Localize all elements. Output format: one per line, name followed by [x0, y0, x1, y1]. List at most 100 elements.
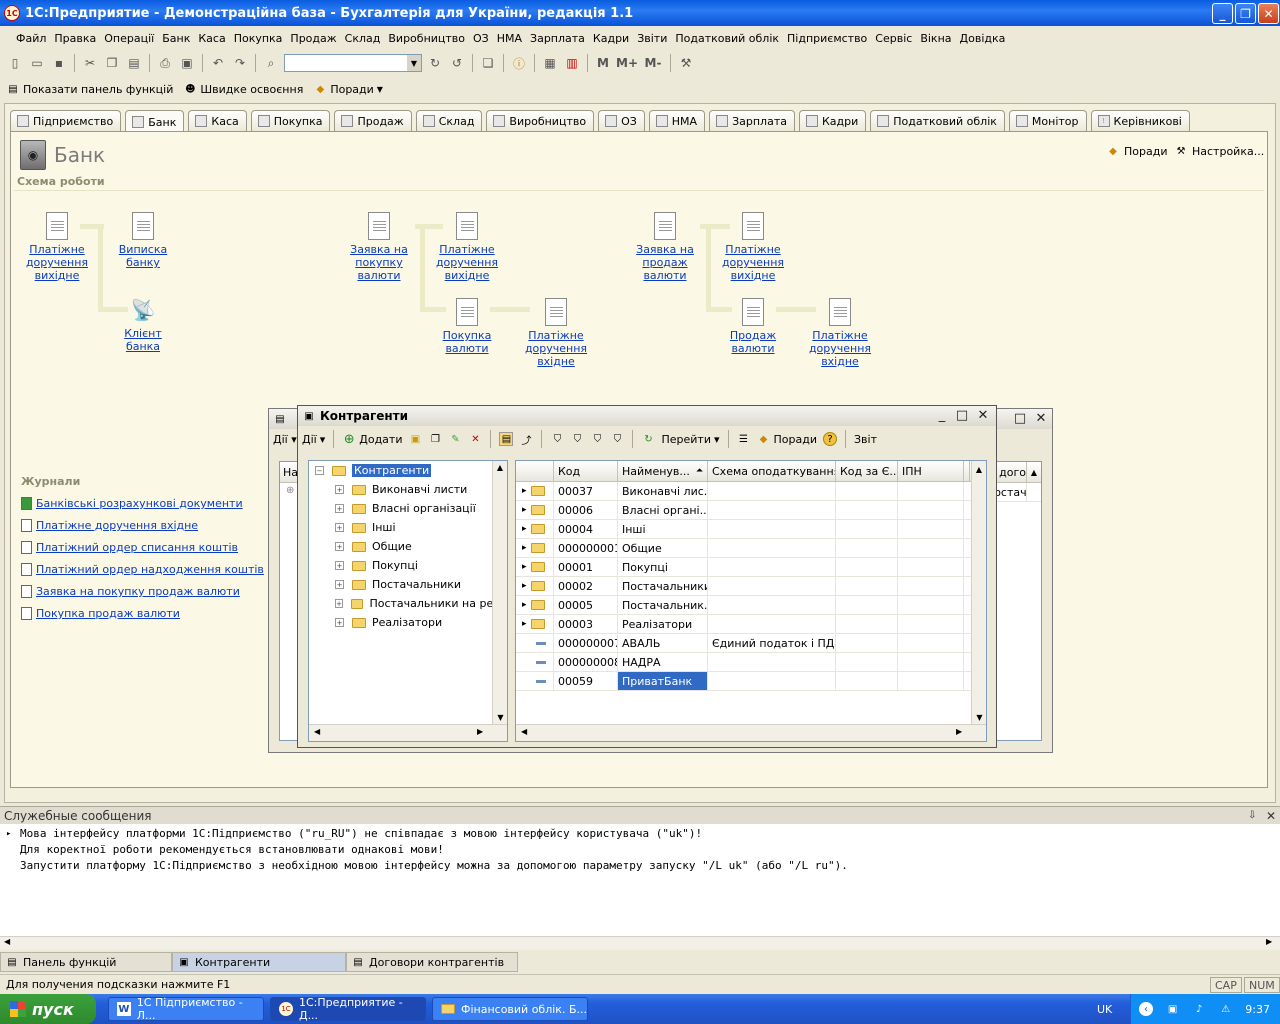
scroll-right-icon[interactable]: ▶	[1266, 937, 1272, 946]
tab-bank[interactable]: Банк	[125, 110, 185, 133]
menu-purchase[interactable]: Покупка	[234, 32, 283, 45]
level-up-icon[interactable]: ⤴	[519, 432, 533, 447]
journal-item[interactable]: Заявка на покупку продаж валюти	[21, 585, 264, 598]
table-row[interactable]: ▸ 00005 Постачальник...	[516, 596, 986, 615]
tab-warehouse[interactable]: Склад	[415, 110, 483, 131]
menu-production[interactable]: Виробництво	[388, 32, 465, 45]
menu-operations[interactable]: Операції	[104, 32, 154, 45]
scheme-link[interactable]: Виписка банку	[108, 243, 178, 269]
copy-icon[interactable]: ❐	[428, 432, 442, 446]
scheme-link[interactable]: Покупка валюти	[432, 329, 502, 355]
scheme-in-payment-2[interactable]: Платіжне доручення вхідне	[805, 298, 875, 368]
table-row[interactable]: ▸ 00003 Реалізатори	[516, 615, 986, 634]
expand-icon[interactable]: +	[335, 618, 344, 627]
minimize-button[interactable]: _	[1212, 3, 1233, 24]
scroll-up-icon[interactable]: ▲	[972, 461, 986, 474]
scheme-statement[interactable]: Виписка банку	[108, 212, 178, 269]
scheme-link[interactable]: Платіжне доручення вихідне	[432, 243, 502, 282]
panel-tips-button[interactable]: ◆ Поради	[1106, 144, 1167, 158]
scroll-left-icon[interactable]: ◀	[521, 727, 527, 736]
journal-item[interactable]: Покупка продаж валюти	[21, 607, 264, 620]
tree-item[interactable]: + Общие	[309, 537, 507, 556]
table-row[interactable]: ▸ 00002 Постачальники	[516, 577, 986, 596]
tree-item[interactable]: + Виконавчі листи	[309, 480, 507, 499]
scheme-link[interactable]: Платіжне доручення вихідне	[22, 243, 92, 282]
paste-icon[interactable]: ▤	[125, 54, 143, 72]
collapse-icon[interactable]: −	[315, 466, 324, 475]
tab-enterprise[interactable]: Підприємство	[10, 110, 122, 131]
tree-item[interactable]: + Покупці	[309, 556, 507, 575]
add-group-icon[interactable]: ▣	[408, 432, 422, 446]
contractors-tips-button[interactable]: ◆ Поради	[757, 432, 817, 446]
tab-intangibles[interactable]: НМА	[648, 110, 706, 131]
table-row[interactable]: ▸ 00006 Власні органі...	[516, 501, 986, 520]
scheme-link[interactable]: Заявка на продаж валюти	[630, 243, 700, 282]
menu-salary[interactable]: Зарплата	[530, 32, 585, 45]
filter-value-icon[interactable]: ⛉	[570, 432, 584, 446]
scheme-in-payment[interactable]: Платіжне доручення вхідне	[521, 298, 591, 368]
journal-item[interactable]: Платіжний ордер списання коштів	[21, 541, 264, 554]
journal-item[interactable]: Банківські розрахункові документи	[21, 497, 264, 510]
network-icon[interactable]: ▣	[1166, 1002, 1180, 1016]
expand-icon[interactable]: ▸	[522, 600, 527, 610]
scheme-req-sell[interactable]: Заявка на продаж валюти	[630, 212, 700, 282]
table-row[interactable]: ▸ 00001 Покупці	[516, 558, 986, 577]
tab-purchase[interactable]: Покупка	[250, 110, 331, 131]
scheme-link[interactable]: Заявка на покупку валюти	[344, 243, 414, 282]
scheme-buy-currency[interactable]: Покупка валюти	[432, 298, 502, 355]
scheme-out-payment-3[interactable]: Платіжне доручення вихідне	[718, 212, 788, 282]
menu-sales[interactable]: Продаж	[290, 32, 336, 45]
tab-monitor[interactable]: Монітор	[1008, 110, 1087, 131]
scheme-link[interactable]: Продаж валюти	[718, 329, 788, 355]
scroll-up-icon[interactable]: ▲	[493, 461, 507, 472]
tab-production[interactable]: Виробництво	[486, 110, 595, 131]
edit-icon[interactable]: ✎	[448, 432, 462, 446]
memory-minus-icon[interactable]: M-	[642, 54, 664, 72]
menu-hr[interactable]: Кадри	[593, 32, 629, 45]
expand-icon[interactable]: ▸	[522, 543, 527, 553]
contractors-close-button[interactable]: ✕	[975, 408, 991, 423]
expand-icon[interactable]: +	[335, 542, 344, 551]
tray-expand-icon[interactable]: ‹	[1139, 1002, 1153, 1016]
contractors-window[interactable]: ▣ Контрагенти _ □ ✕ Дії ▾ ⊕ Додати ▣ ❐ ✎ ✕ …	[297, 405, 997, 748]
add-button[interactable]: ⊕ Додати	[342, 432, 403, 447]
menu-service[interactable]: Сервіс	[875, 32, 912, 45]
journal-link[interactable]: Заявка на покупку продаж валюти	[36, 585, 240, 598]
redo-icon[interactable]: ↷	[231, 54, 249, 72]
tree-vertical-scrollbar[interactable]: ▲ ▼	[492, 461, 507, 724]
expand-icon[interactable]: +	[335, 504, 344, 513]
menu-reports[interactable]: Звіти	[637, 32, 667, 45]
windows-icon[interactable]: ❏	[479, 54, 497, 72]
info-icon[interactable]: ⓘ	[510, 54, 528, 72]
table-row[interactable]: ▸ 000000001 Общие	[516, 539, 986, 558]
search-icon[interactable]: ⌕	[262, 54, 280, 72]
menu-fixed-assets[interactable]: ОЗ	[473, 32, 489, 45]
messages-close-icon[interactable]: ✕	[1266, 809, 1276, 823]
clear-filter-icon[interactable]: ⛉	[610, 432, 624, 446]
scheme-link[interactable]: Платіжне доручення вихідне	[718, 243, 788, 282]
scheme-req-buy[interactable]: Заявка на покупку валюти	[344, 212, 414, 282]
column-header-ipn[interactable]: ІПН	[898, 461, 964, 481]
scroll-right-icon[interactable]: ▶	[956, 727, 962, 736]
column-header-more[interactable]	[964, 461, 970, 481]
tab-tax[interactable]: Податковий облік	[870, 110, 1005, 131]
expand-icon[interactable]: ▸	[522, 486, 527, 496]
pin-icon[interactable]: ⇩	[1248, 810, 1256, 821]
menu-enterprise[interactable]: Підприємство	[787, 32, 867, 45]
expand-icon[interactable]: ▸	[522, 524, 527, 534]
column-header-tax-scheme[interactable]: Схема оподаткування	[708, 461, 836, 481]
scheme-link[interactable]: Клієнт банка	[108, 327, 178, 353]
contractors-minimize-button[interactable]: _	[934, 408, 950, 423]
tab-fixed-assets[interactable]: ОЗ	[598, 110, 645, 131]
filter-icon[interactable]: ⛉	[550, 432, 564, 446]
expand-icon[interactable]: +	[335, 485, 344, 494]
new-document-icon[interactable]: ▯	[6, 54, 24, 72]
window-tab-contractors[interactable]: ▣ Контрагенти	[172, 952, 346, 972]
copy-icon[interactable]: ❐	[103, 54, 121, 72]
expand-icon[interactable]: ▸	[522, 619, 527, 629]
back-window-close-button[interactable]: ✕	[1033, 411, 1049, 426]
tab-managers[interactable]: ! Керівникові	[1090, 110, 1190, 131]
filter-history-icon[interactable]: ⛉	[590, 432, 604, 446]
journal-link[interactable]: Банківські розрахункові документи	[36, 497, 243, 510]
task-1c[interactable]: 1С 1С:Предприятие - Д...	[270, 996, 426, 1022]
